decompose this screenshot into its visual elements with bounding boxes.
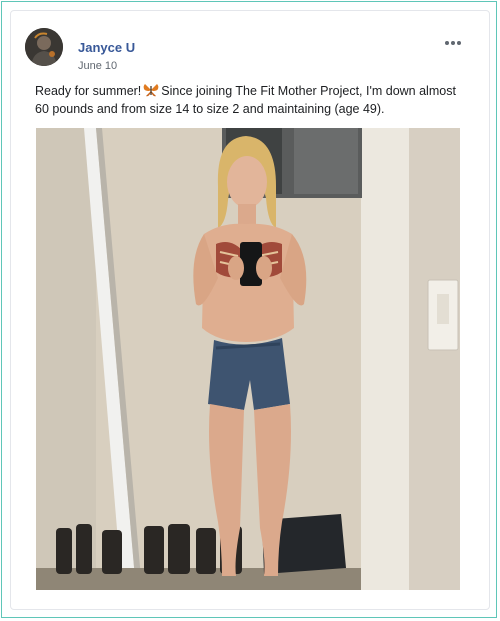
ellipsis-dot <box>451 41 455 45</box>
post-photo[interactable] <box>36 128 460 590</box>
author-avatar[interactable] <box>25 28 63 66</box>
butterfly-icon <box>143 84 159 97</box>
post-text: Ready for summer! Since joining The Fit M… <box>35 82 470 118</box>
avatar-image <box>25 28 63 66</box>
ellipsis-dot <box>445 41 449 45</box>
mirror-selfie-image <box>36 128 460 590</box>
ellipsis-icon[interactable] <box>440 34 468 52</box>
author-name-link[interactable]: Janyce U <box>78 40 135 56</box>
post-date[interactable]: June 10 <box>78 59 117 73</box>
ellipsis-dot <box>457 41 461 45</box>
post-text-before-emoji: Ready for summer! <box>35 84 142 98</box>
